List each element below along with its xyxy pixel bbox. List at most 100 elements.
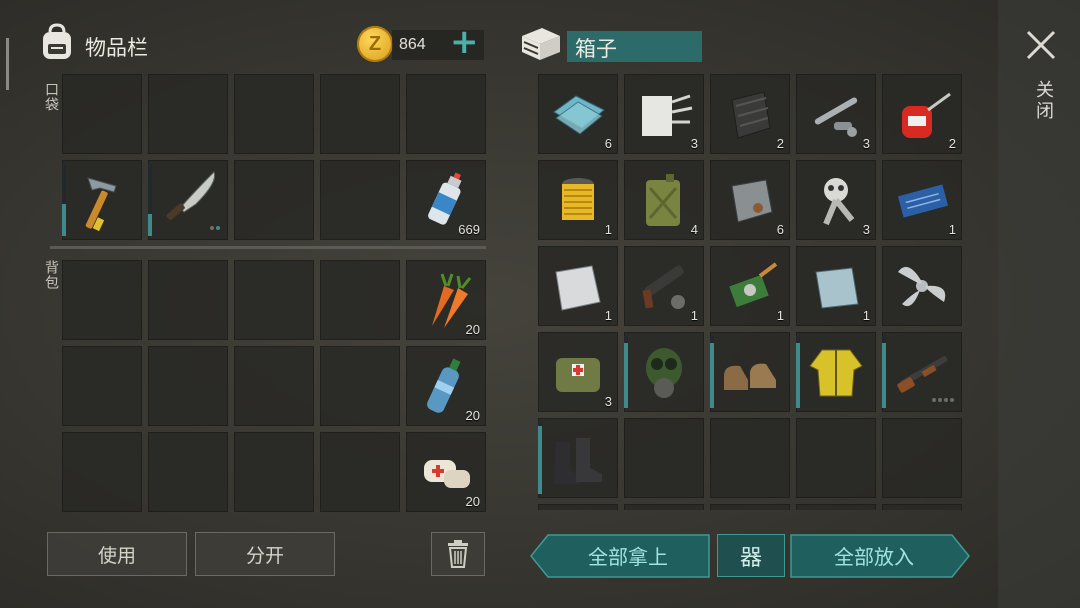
backpack-slot[interactable] [320,346,400,426]
filter-icon [562,178,594,220]
box-slot-fabric[interactable]: 3 [624,74,704,154]
box-slot-oil-can[interactable]: 2 [882,74,962,154]
item-count: 1 [776,308,784,323]
box-slot[interactable] [538,504,618,510]
box-slot[interactable] [710,504,790,510]
box-slot[interactable] [882,418,962,498]
trash-button[interactable] [431,532,485,576]
box-slot-gas-mask[interactable] [624,332,704,412]
box-slot-rifle-parts[interactable]: 1 [624,246,704,326]
oil-can-icon [902,92,951,138]
coin-symbol: Z [368,32,382,55]
pocket-slot[interactable] [320,160,400,240]
item-count: 20 [465,494,480,509]
pocket-label: 口袋 [43,82,59,112]
box-slot-glass[interactable]: 6 [538,74,618,154]
backpack-slot[interactable] [320,432,400,512]
rubber-icon [731,91,771,139]
take-all-button[interactable]: 全部拿上 [530,534,710,578]
pocket-slot[interactable] [320,74,400,154]
backpack-slot[interactable] [62,260,142,340]
pocket-slot[interactable] [234,74,314,154]
box-slot-filter[interactable]: 1 [538,160,618,240]
box-slot-rubber[interactable]: 2 [710,74,790,154]
backpack-slot[interactable] [234,432,314,512]
machete-icon [166,171,216,220]
use-button[interactable]: 使用 [47,532,187,576]
pocket-slot[interactable] [234,160,314,240]
coin-count: 864 [399,36,426,53]
durability-bar [624,336,628,408]
backpack-slot[interactable] [62,432,142,512]
box-slot[interactable] [624,504,704,510]
backpack-slot-water[interactable]: 20 [406,346,486,426]
box-slot-circuit-board[interactable]: 1 [882,160,962,240]
durability-bar [882,336,886,408]
item-count: 6 [604,136,612,151]
box-slot-combat-boots[interactable] [538,418,618,498]
box-slot-jerrycan[interactable]: 4 [624,160,704,240]
trash-icon [448,540,468,568]
backpack-slot[interactable] [148,346,228,426]
backpack-slot[interactable] [148,260,228,340]
box-slot-propeller[interactable] [882,246,962,326]
box-slot[interactable] [882,504,962,510]
item-count: 2 [776,136,784,151]
box-slot-yellow-jacket[interactable] [796,332,876,412]
backpack-slot-carrots[interactable]: 20 [406,260,486,340]
box-slot-engine-parts[interactable]: 3 [796,160,876,240]
close-button[interactable] [1022,26,1060,64]
pocket-slot-machete[interactable] [148,160,228,240]
hammer-icon [85,177,117,232]
box-slot[interactable] [796,504,876,510]
pipe-parts-icon [814,97,858,137]
durability-bar [538,422,542,494]
backpack-slot[interactable] [62,346,142,426]
split-button[interactable]: 分开 [195,532,335,576]
item-count: 4 [690,222,698,237]
add-coins-button[interactable]: + [450,22,479,62]
close-icon [1026,30,1056,60]
put-all-button[interactable]: 全部放入 [790,534,970,578]
scrap-metal-icon [731,179,773,223]
box-slot-metal-plate[interactable]: 1 [796,246,876,326]
backpack-slot-bandage[interactable]: 20 [406,432,486,512]
box-title: 箱子 [575,37,617,61]
leather-shoes-icon [724,363,776,390]
yellow-jacket-icon [809,349,863,397]
box-slot-medkit-bag[interactable]: 3 [538,332,618,412]
box-slot-shotgun[interactable] [882,332,962,412]
sort-grid-button[interactable]: 器 [717,534,785,577]
quality-dots [932,398,954,402]
backpack-slot[interactable] [320,260,400,340]
item-count: 1 [604,308,612,323]
pocket-slot[interactable] [148,74,228,154]
backpack-slot[interactable] [148,432,228,512]
box-slot-steel-plate[interactable]: 1 [538,246,618,326]
pocket-slot-spray-can[interactable]: 669 [406,160,486,240]
item-count: 3 [604,394,612,409]
box-slot-scrap-metal[interactable]: 6 [710,160,790,240]
box-slot-electronics[interactable]: 1 [710,246,790,326]
pocket-slot[interactable] [62,74,142,154]
box-slot-leather-shoes[interactable] [710,332,790,412]
put-all-label: 全部放入 [834,544,914,569]
inventory-title: 物品栏 [85,36,148,60]
pocket-slot[interactable] [406,74,486,154]
backpack-slot[interactable] [234,260,314,340]
backpack-slot[interactable] [234,346,314,426]
take-all-label: 全部拿上 [588,544,668,569]
box-slot[interactable] [624,418,704,498]
glass-icon [553,95,605,135]
box-slot[interactable] [796,418,876,498]
propeller-icon [898,266,946,307]
pocket-slot-hammer[interactable] [62,160,142,240]
coin-icon: Z [357,26,393,62]
electronics-icon [729,262,778,308]
backpack-label: 背包 [43,260,59,290]
box-slot-pipe-parts[interactable]: 3 [796,74,876,154]
close-label[interactable]: 关闭 [1030,80,1056,122]
shotgun-icon [897,356,948,393]
box-slot[interactable] [710,418,790,498]
item-count: 20 [465,322,480,337]
